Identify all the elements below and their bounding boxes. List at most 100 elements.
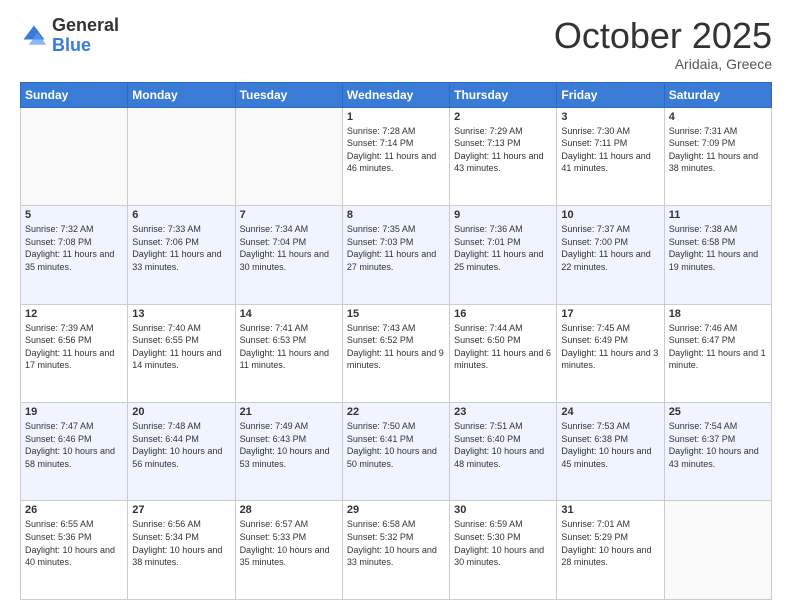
calendar-cell: 26Sunrise: 6:55 AMSunset: 5:36 PMDayligh… [21,501,128,600]
day-info: Sunrise: 7:01 AMSunset: 5:29 PMDaylight:… [561,518,659,568]
calendar-cell: 12Sunrise: 7:39 AMSunset: 6:56 PMDayligh… [21,304,128,402]
calendar-week-1: 1Sunrise: 7:28 AMSunset: 7:14 PMDaylight… [21,107,772,205]
calendar-week-3: 12Sunrise: 7:39 AMSunset: 6:56 PMDayligh… [21,304,772,402]
header: General Blue October 2025 Aridaia, Greec… [20,16,772,72]
day-number: 11 [669,209,767,221]
day-info: Sunrise: 7:47 AMSunset: 6:46 PMDaylight:… [25,420,123,470]
day-number: 19 [25,406,123,418]
day-info: Sunrise: 7:34 AMSunset: 7:04 PMDaylight:… [240,223,338,273]
calendar-cell: 2 Sunrise: 7:29 AMSunset: 7:13 PMDaylight… [450,107,557,205]
calendar-cell: 25Sunrise: 7:54 AMSunset: 6:37 PMDayligh… [664,403,771,501]
calendar-cell: 30Sunrise: 6:59 AMSunset: 5:30 PMDayligh… [450,501,557,600]
dow-header-wednesday: Wednesday [342,82,449,107]
day-number: 7 [240,209,338,221]
day-info: Sunrise: 7:50 AMSunset: 6:41 PMDaylight:… [347,420,445,470]
dow-header-friday: Friday [557,82,664,107]
day-number: 3 [561,111,659,123]
dow-header-monday: Monday [128,82,235,107]
day-info: Sunrise: 7:32 AMSunset: 7:08 PMDaylight:… [25,223,123,273]
logo-blue-text: Blue [52,35,91,55]
calendar-cell: 7 Sunrise: 7:34 AMSunset: 7:04 PMDaylight… [235,206,342,304]
day-number: 16 [454,308,552,320]
day-number: 13 [132,308,230,320]
calendar-cell: 17 Sunrise: 7:45 AMSunset: 6:49 PMDayligh… [557,304,664,402]
calendar-cell: 6Sunrise: 7:33 AMSunset: 7:06 PMDaylight… [128,206,235,304]
calendar-cell: 16 Sunrise: 7:44 AMSunset: 6:50 PMDayligh… [450,304,557,402]
calendar-cell: 23Sunrise: 7:51 AMSunset: 6:40 PMDayligh… [450,403,557,501]
calendar-cell: 14 Sunrise: 7:41 AMSunset: 6:53 PMDayligh… [235,304,342,402]
dow-header-sunday: Sunday [21,82,128,107]
location-subtitle: Aridaia, Greece [554,56,772,72]
day-info: Sunrise: 6:55 AMSunset: 5:36 PMDaylight:… [25,518,123,568]
day-number: 22 [347,406,445,418]
day-number: 30 [454,504,552,516]
day-number: 10 [561,209,659,221]
calendar-cell [21,107,128,205]
calendar-body: 1Sunrise: 7:28 AMSunset: 7:14 PMDaylight… [21,107,772,599]
day-number: 17 [561,308,659,320]
day-number: 21 [240,406,338,418]
calendar-cell: 24Sunrise: 7:53 AMSunset: 6:38 PMDayligh… [557,403,664,501]
day-info: Sunrise: 7:41 AMSunset: 6:53 PMDaylight:… [240,322,338,372]
day-number: 29 [347,504,445,516]
calendar-cell: 19 Sunrise: 7:47 AMSunset: 6:46 PMDayligh… [21,403,128,501]
dow-header-thursday: Thursday [450,82,557,107]
calendar-cell: 27 Sunrise: 6:56 AMSunset: 5:34 PMDayligh… [128,501,235,600]
day-info: Sunrise: 7:30 AMSunset: 7:11 PMDaylight:… [561,125,659,175]
day-number: 15 [347,308,445,320]
day-info: Sunrise: 7:36 AMSunset: 7:01 PMDaylight:… [454,223,552,273]
day-info: Sunrise: 7:33 AMSunset: 7:06 PMDaylight:… [132,223,230,273]
calendar-cell: 31 Sunrise: 7:01 AMSunset: 5:29 PMDayligh… [557,501,664,600]
month-title: October 2025 [554,16,772,56]
day-info: Sunrise: 7:45 AMSunset: 6:49 PMDaylight:… [561,322,659,372]
day-info: Sunrise: 7:35 AMSunset: 7:03 PMDaylight:… [347,223,445,273]
day-number: 9 [454,209,552,221]
calendar-cell: 15 Sunrise: 7:43 AMSunset: 6:52 PMDayligh… [342,304,449,402]
day-number: 31 [561,504,659,516]
calendar-cell: 28 Sunrise: 6:57 AMSunset: 5:33 PMDayligh… [235,501,342,600]
day-number: 12 [25,308,123,320]
calendar-cell: 18 Sunrise: 7:46 AMSunset: 6:47 PMDayligh… [664,304,771,402]
calendar-week-2: 5 Sunrise: 7:32 AMSunset: 7:08 PMDaylight… [21,206,772,304]
calendar-cell [664,501,771,600]
calendar-cell: 29Sunrise: 6:58 AMSunset: 5:32 PMDayligh… [342,501,449,600]
calendar-week-4: 19 Sunrise: 7:47 AMSunset: 6:46 PMDayligh… [21,403,772,501]
calendar-cell: 9 Sunrise: 7:36 AMSunset: 7:01 PMDaylight… [450,206,557,304]
day-info: Sunrise: 7:28 AMSunset: 7:14 PMDaylight:… [347,125,445,175]
day-info: Sunrise: 7:43 AMSunset: 6:52 PMDaylight:… [347,322,445,372]
calendar-week-5: 26Sunrise: 6:55 AMSunset: 5:36 PMDayligh… [21,501,772,600]
page: General Blue October 2025 Aridaia, Greec… [0,0,792,612]
day-number: 24 [561,406,659,418]
day-number: 5 [25,209,123,221]
dow-header-saturday: Saturday [664,82,771,107]
logo: General Blue [20,16,119,56]
day-number: 2 [454,111,552,123]
day-of-week-row: SundayMondayTuesdayWednesdayThursdayFrid… [21,82,772,107]
calendar-cell: 11 Sunrise: 7:38 AMSunset: 6:58 PMDayligh… [664,206,771,304]
logo-icon [20,22,48,50]
day-info: Sunrise: 7:38 AMSunset: 6:58 PMDaylight:… [669,223,767,273]
calendar-cell: 8 Sunrise: 7:35 AMSunset: 7:03 PMDaylight… [342,206,449,304]
calendar-cell: 5 Sunrise: 7:32 AMSunset: 7:08 PMDaylight… [21,206,128,304]
calendar-cell: 22 Sunrise: 7:50 AMSunset: 6:41 PMDayligh… [342,403,449,501]
day-number: 8 [347,209,445,221]
calendar-cell: 1Sunrise: 7:28 AMSunset: 7:14 PMDaylight… [342,107,449,205]
day-info: Sunrise: 7:29 AMSunset: 7:13 PMDaylight:… [454,125,552,175]
day-info: Sunrise: 6:57 AMSunset: 5:33 PMDaylight:… [240,518,338,568]
calendar-cell: 4Sunrise: 7:31 AMSunset: 7:09 PMDaylight… [664,107,771,205]
day-info: Sunrise: 7:46 AMSunset: 6:47 PMDaylight:… [669,322,767,372]
calendar-cell: 3 Sunrise: 7:30 AMSunset: 7:11 PMDaylight… [557,107,664,205]
day-info: Sunrise: 7:49 AMSunset: 6:43 PMDaylight:… [240,420,338,470]
calendar-cell: 10 Sunrise: 7:37 AMSunset: 7:00 PMDayligh… [557,206,664,304]
dow-header-tuesday: Tuesday [235,82,342,107]
calendar-cell: 20Sunrise: 7:48 AMSunset: 6:44 PMDayligh… [128,403,235,501]
day-number: 14 [240,308,338,320]
day-number: 27 [132,504,230,516]
logo-general-text: General [52,15,119,35]
day-info: Sunrise: 6:56 AMSunset: 5:34 PMDaylight:… [132,518,230,568]
day-info: Sunrise: 7:40 AMSunset: 6:55 PMDaylight:… [132,322,230,372]
day-info: Sunrise: 7:37 AMSunset: 7:00 PMDaylight:… [561,223,659,273]
day-number: 18 [669,308,767,320]
day-info: Sunrise: 7:44 AMSunset: 6:50 PMDaylight:… [454,322,552,372]
day-number: 28 [240,504,338,516]
